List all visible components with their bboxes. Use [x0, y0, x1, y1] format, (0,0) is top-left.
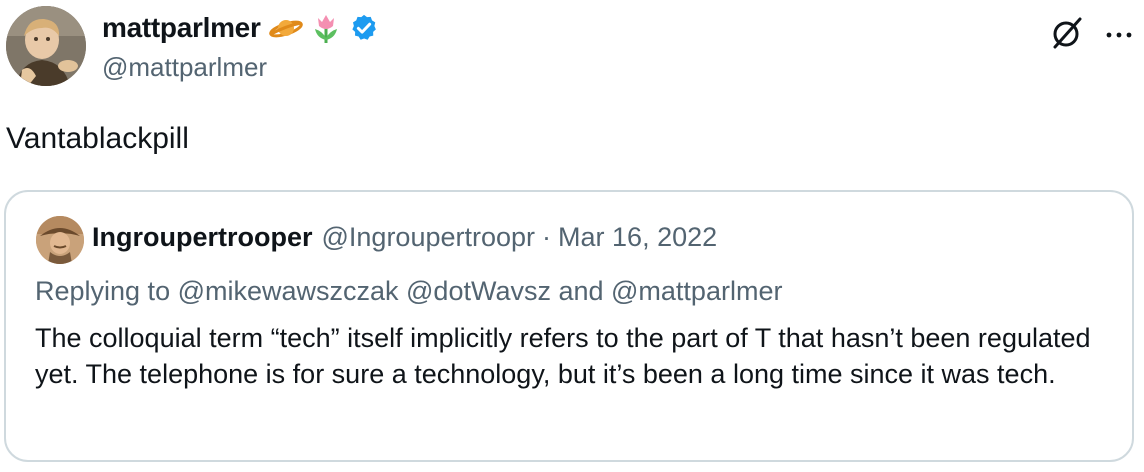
ringed-planet-icon [268, 15, 303, 41]
tweet-actions-top [1048, 14, 1132, 57]
author-name-row: mattparlmer [102, 10, 379, 46]
quoted-author-avatar[interactable] [36, 216, 84, 264]
author-display-name[interactable]: mattparlmer [102, 12, 261, 44]
quoted-date[interactable]: Mar 16, 2022 [558, 222, 717, 253]
more-dots-icon[interactable] [1106, 27, 1132, 45]
quoted-handle[interactable]: @Ingroupertroopr [322, 222, 536, 253]
tulip-icon [311, 12, 341, 44]
author-avatar[interactable] [6, 6, 86, 86]
slashed-circle-icon[interactable] [1048, 14, 1086, 57]
header-separator: · [542, 222, 552, 252]
quoted-tweet-text: The colloquial term “tech” itself implic… [35, 323, 1091, 389]
quoted-tweet-header: Ingroupertrooper @Ingroupertroopr · Mar … [92, 222, 717, 253]
quoted-tweet-card[interactable]: Ingroupertrooper @Ingroupertroopr · Mar … [4, 190, 1134, 462]
replying-to-line: Replying to @mikewawszczak @dotWavsz and… [35, 276, 783, 306]
author-handle[interactable]: @mattparlmer [102, 52, 267, 83]
tweet-text: Vantablackpill [6, 122, 189, 155]
verified-badge-icon[interactable] [349, 13, 379, 43]
quoted-display-name[interactable]: Ingroupertrooper [92, 222, 313, 253]
